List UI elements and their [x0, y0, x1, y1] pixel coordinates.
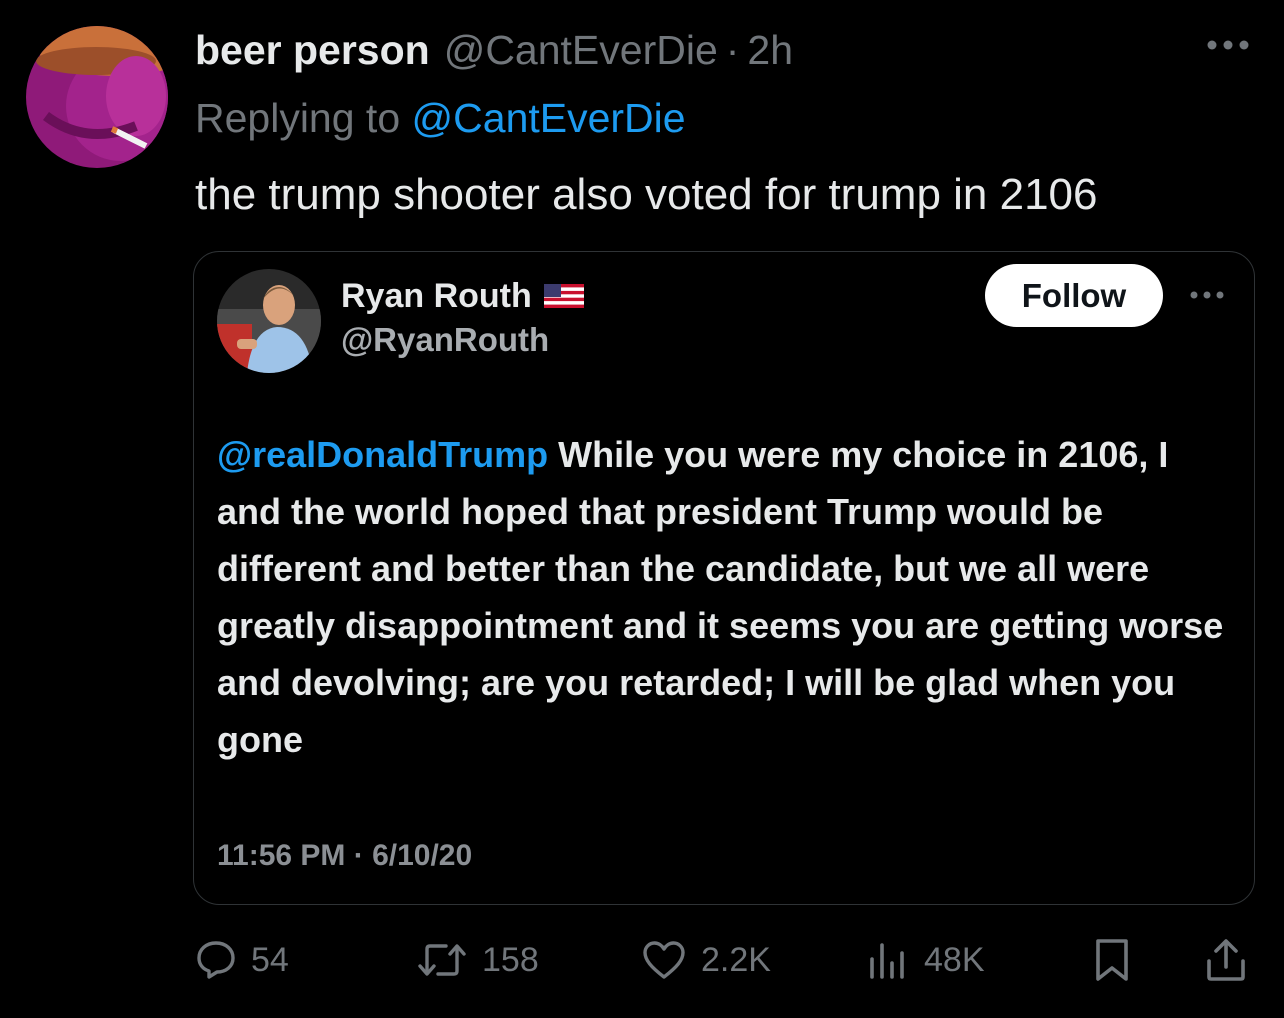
quoted-author-avatar[interactable]: [217, 269, 321, 373]
follow-button[interactable]: Follow: [985, 264, 1163, 327]
like-button[interactable]: 2.2K: [641, 930, 771, 990]
views-bar-icon: [870, 943, 904, 979]
reply-bubble-icon: [197, 941, 235, 979]
share-button[interactable]: [1204, 930, 1248, 990]
quoted-tweet-text: @realDonaldTrump While you were my choic…: [217, 426, 1237, 768]
tweet-header: beer person @CantEverDie · 2h: [195, 22, 793, 78]
quoted-tweet-body: While you were my choice in 2106, I and …: [217, 434, 1224, 760]
replying-to: Replying to @CantEverDie: [195, 90, 686, 146]
bookmark-icon: [1096, 939, 1128, 981]
retweet-count: 158: [482, 940, 539, 979]
share-icon: [1207, 939, 1245, 981]
tweet-text: the trump shooter also voted for trump i…: [195, 170, 1098, 219]
tweet-action-bar: 54 158 2.2K 48K: [0, 930, 1284, 990]
quoted-author-name[interactable]: Ryan Routh: [341, 274, 584, 318]
us-flag-icon: [543, 284, 584, 308]
bookmark-button[interactable]: [1092, 930, 1132, 990]
views-count: 48K: [924, 940, 985, 979]
quoted-mention[interactable]: @realDonaldTrump: [217, 434, 548, 475]
like-count: 2.2K: [701, 940, 771, 979]
quoted-tweet-timestamp: 11:56 PM · 6/10/20: [217, 839, 473, 872]
reply-count: 54: [251, 940, 289, 979]
heart-icon: [643, 941, 685, 979]
tweet-time[interactable]: 2h: [747, 22, 793, 78]
retweet-icon: [418, 944, 466, 976]
replying-to-handle[interactable]: @CantEverDie: [412, 95, 686, 141]
more-horizontal-icon[interactable]: [1187, 282, 1227, 308]
views-button[interactable]: 48K: [866, 930, 985, 990]
retweet-button[interactable]: 158: [416, 930, 539, 990]
author-handle[interactable]: @CantEverDie: [444, 22, 718, 78]
quoted-author-handle[interactable]: @RyanRouth: [341, 318, 549, 362]
quoted-tweet-card[interactable]: Ryan Routh @RyanRouth Follow @realDonald…: [193, 251, 1255, 905]
reply-button[interactable]: 54: [195, 930, 289, 990]
quoted-author-display-name[interactable]: Ryan Routh: [341, 274, 532, 318]
more-horizontal-icon[interactable]: [1202, 30, 1254, 60]
author-avatar[interactable]: [26, 26, 168, 168]
header-separator: ·: [725, 27, 740, 73]
author-display-name[interactable]: beer person: [195, 22, 430, 78]
replying-to-label: Replying to: [195, 95, 401, 141]
